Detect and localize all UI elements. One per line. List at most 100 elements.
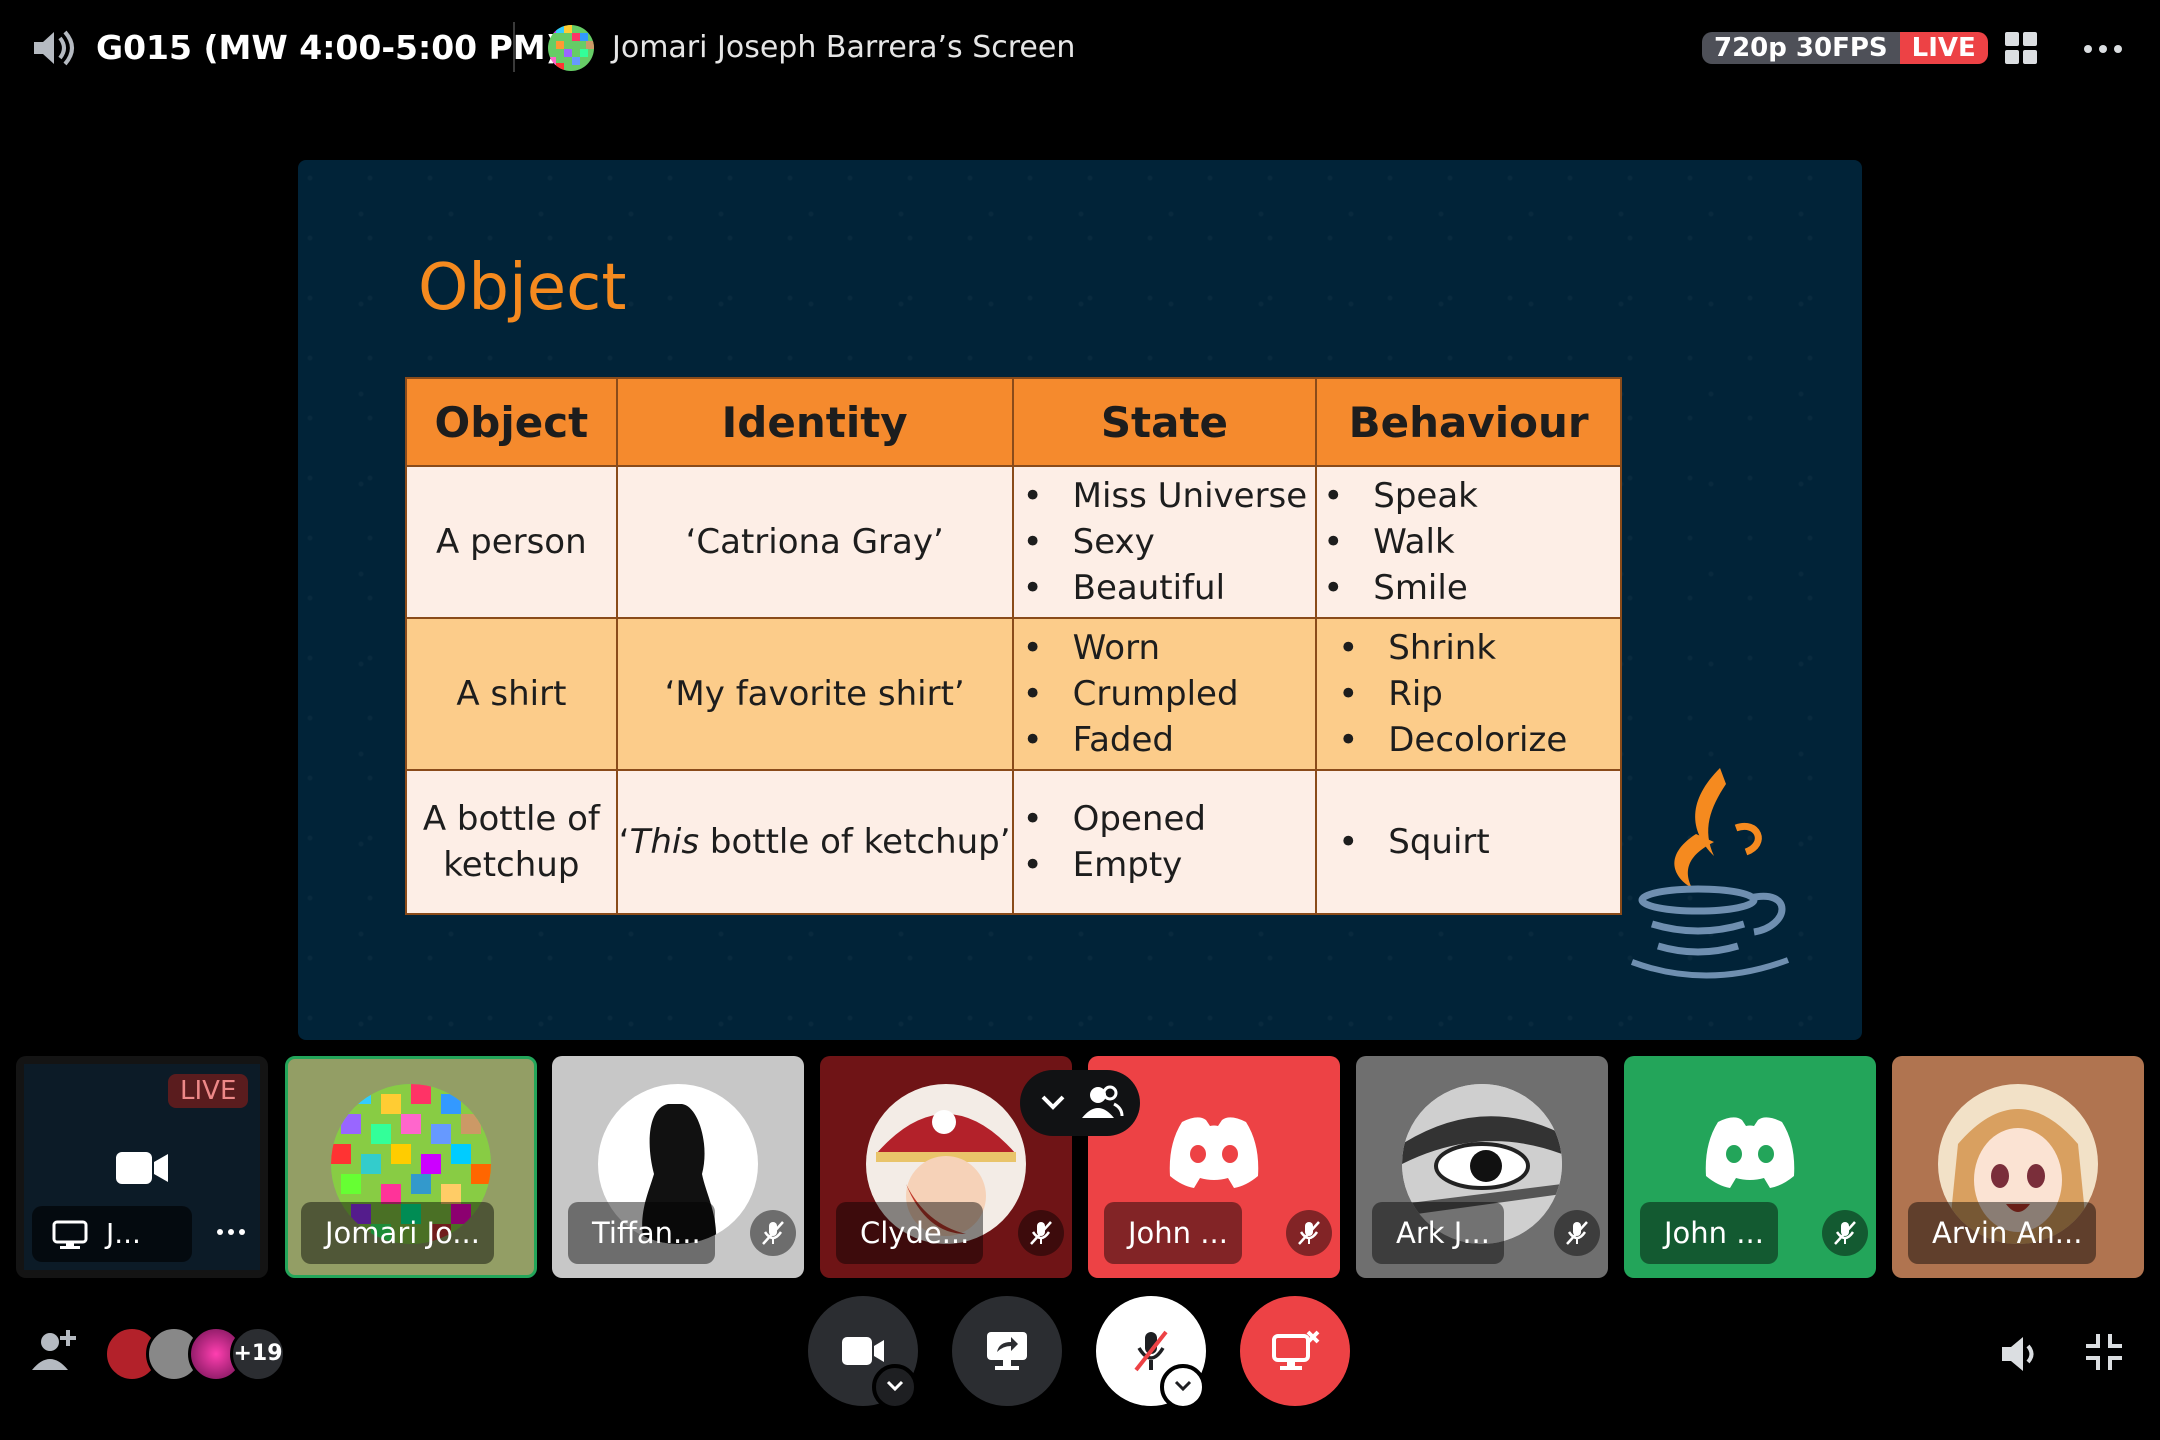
participant-tile-john[interactable]: John ...: [1624, 1056, 1876, 1278]
stream-quality-badge: 720p 30FPS LIVE: [1702, 32, 1988, 64]
list-item: Sexy: [1023, 519, 1315, 565]
participant-name: Arvin An...: [1908, 1202, 2097, 1264]
muted-indicator: [750, 1210, 796, 1256]
share-screen-icon: [987, 1332, 1027, 1370]
list-item: Beautiful: [1023, 565, 1315, 611]
identity-emphasis: This: [629, 822, 700, 862]
chevron-down-icon: [886, 1380, 904, 1392]
muted-indicator: [1822, 1210, 1868, 1256]
share-screen-button[interactable]: [952, 1296, 1062, 1406]
participant-name: Tiffan...: [568, 1202, 715, 1264]
column-header: State: [1011, 377, 1318, 467]
mic-muted-icon: [762, 1221, 784, 1245]
table-row: A bottle of ketchup ‘This bottle of ketc…: [405, 769, 1622, 915]
muted-indicator: [1554, 1210, 1600, 1256]
camera-icon: [842, 1337, 884, 1365]
column-header: Object: [405, 377, 618, 467]
participant-name: John ...: [1104, 1202, 1242, 1264]
list-item: Opened: [1023, 796, 1315, 842]
list-item: Worn: [1023, 625, 1315, 671]
discord-icon: [1169, 1117, 1259, 1188]
muted-indicator: [1018, 1210, 1064, 1256]
participant-tile-arvin[interactable]: Arvin An...: [1892, 1056, 2144, 1278]
cell-behaviour: Squirt: [1315, 769, 1622, 915]
mute-button[interactable]: [1096, 1296, 1206, 1410]
slide-title: Object: [418, 251, 627, 325]
participant-name: Clyde...: [836, 1202, 984, 1264]
chevron-down-icon: [1174, 1380, 1192, 1392]
speaker-icon: [34, 30, 74, 66]
quality-text: 720p 30FPS: [1702, 32, 1900, 64]
name-chip: J...: [32, 1206, 192, 1262]
mic-muted-icon: [1134, 1330, 1168, 1372]
participant-tile-ark[interactable]: Ark J...: [1356, 1056, 1608, 1278]
volume-icon[interactable]: [1998, 1332, 2042, 1376]
header-divider: [513, 22, 515, 72]
muted-indicator: [1286, 1210, 1332, 1256]
participant-name: Jomari Jo...: [301, 1202, 494, 1264]
table-header-row: Object Identity State Behaviour: [405, 377, 1622, 467]
cell-state: Miss Universe Sexy Beautiful: [1011, 465, 1318, 619]
list-item: Decolorize: [1338, 717, 1619, 763]
monitor-icon: [52, 1220, 88, 1249]
chevron-down-icon: [1041, 1095, 1065, 1110]
live-badge: LIVE: [168, 1074, 249, 1108]
table-row: A shirt ‘My favorite shirt’ Worn Crumple…: [405, 617, 1622, 771]
cell-state: Opened Empty: [1011, 769, 1318, 915]
minimize-icon[interactable]: [2084, 1332, 2124, 1372]
shared-screen[interactable]: Object Object Identity State Behaviour A…: [298, 160, 1862, 1040]
mic-muted-icon: [1834, 1221, 1856, 1245]
participant-tile-tiffany[interactable]: Tiffan...: [552, 1056, 804, 1278]
java-logo-icon: [1630, 768, 1790, 979]
discord-icon: [1705, 1117, 1795, 1188]
more-icon[interactable]: [2083, 44, 2123, 54]
participant-name: J...: [106, 1217, 141, 1250]
stream-label: Jomari Joseph Barrera’s Screen: [612, 30, 1076, 65]
list-item: Faded: [1023, 717, 1315, 763]
cell-object: A bottle of ketchup: [405, 769, 618, 915]
list-item: Miss Universe: [1023, 473, 1315, 519]
mic-muted-icon: [1298, 1221, 1320, 1245]
camera-icon: [116, 1152, 168, 1184]
mic-muted-icon: [1030, 1221, 1052, 1245]
invite-icon[interactable]: [30, 1328, 78, 1374]
cell-object: A shirt: [405, 617, 618, 771]
stream-preview-tile[interactable]: LIVE J...: [16, 1056, 268, 1278]
participant-name: Ark J...: [1372, 1202, 1504, 1264]
participant-tile-me[interactable]: Jomari Jo...: [285, 1056, 537, 1278]
cell-behaviour: Speak Walk Smile: [1315, 465, 1622, 619]
cell-object-line: ketchup: [443, 845, 580, 885]
mic-options-button[interactable]: [1160, 1364, 1206, 1410]
cell-state: Worn Crumpled Faded: [1011, 617, 1318, 771]
list-item: Speak: [1323, 473, 1619, 519]
cell-identity: ‘Catriona Gray’: [615, 465, 1014, 619]
live-badge: LIVE: [1899, 32, 1988, 64]
list-item: Shrink: [1338, 625, 1619, 671]
cell-object-line: A bottle of: [422, 799, 600, 839]
slide-table: Object Identity State Behaviour A person…: [405, 377, 1622, 915]
stop-watching-button[interactable]: [1240, 1296, 1350, 1406]
leave-stream-icon: [1272, 1330, 1320, 1370]
cell-behaviour: Shrink Rip Decolorize: [1315, 617, 1622, 771]
list-item: Smile: [1323, 565, 1619, 611]
mic-muted-icon: [1566, 1221, 1588, 1245]
participant-name: John ...: [1640, 1202, 1778, 1264]
top-bar: G015 (MW 4:00-5:00 PM) Jomari Joseph Bar…: [0, 0, 2160, 96]
more-icon[interactable]: [216, 1228, 246, 1236]
grid-icon[interactable]: [2003, 30, 2039, 66]
cell-identity: ‘My favorite shirt’: [615, 617, 1014, 771]
participants-toggle[interactable]: [1020, 1070, 1140, 1136]
camera-options-button[interactable]: [872, 1364, 918, 1410]
list-item: Empty: [1023, 842, 1315, 888]
table-row: A person ‘Catriona Gray’ Miss Universe S…: [405, 465, 1622, 619]
identity-suffix: bottle of ketchup’: [699, 822, 1011, 862]
avatar[interactable]: [548, 25, 594, 71]
more-participants-count: +19: [230, 1326, 286, 1382]
cell-identity: ‘This bottle of ketchup’: [615, 769, 1014, 915]
channel-title: G015 (MW 4:00-5:00 PM): [96, 28, 561, 67]
column-header: Identity: [615, 377, 1014, 467]
cell-object: A person: [405, 465, 618, 619]
list-item: Walk: [1323, 519, 1619, 565]
column-header: Behaviour: [1315, 377, 1622, 467]
camera-button[interactable]: [808, 1296, 918, 1410]
